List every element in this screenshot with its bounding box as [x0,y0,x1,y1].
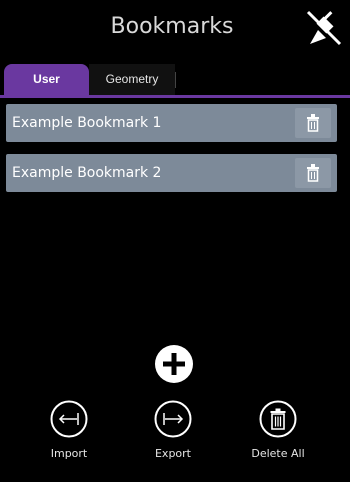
export-button[interactable]: Export [133,400,213,460]
tab-divider [175,72,176,88]
export-label: Export [154,447,191,460]
page-title: Bookmarks [110,14,234,39]
export-icon [154,400,192,438]
bookmark-label: Example Bookmark 1 [12,115,162,131]
unpin-icon [306,10,342,46]
bookmarks-panel: Bookmarks User Geometry Example Bookmark… [0,0,350,482]
tab-geometry[interactable]: Geometry [89,64,175,95]
bookmark-label: Example Bookmark 2 [12,165,162,181]
delete-all-label: Delete All [251,447,305,460]
tab-user[interactable]: User [4,64,89,95]
tab-bar: User Geometry [0,64,350,98]
list-item[interactable]: Example Bookmark 1 [6,104,337,142]
plus-circle-icon [155,345,193,383]
delete-bookmark-button[interactable] [295,108,331,138]
add-bookmark-button[interactable] [154,344,194,384]
import-icon [50,400,88,438]
unpin-button[interactable] [304,8,344,48]
import-label: Import [50,447,88,460]
import-button[interactable]: Import [29,400,109,460]
trash-icon [307,164,319,182]
header: Bookmarks [0,0,350,58]
trash-circle-icon [259,400,297,438]
delete-all-button[interactable]: Delete All [238,400,318,460]
list-item[interactable]: Example Bookmark 2 [6,154,337,192]
delete-bookmark-button[interactable] [295,158,331,188]
tab-underline [0,95,350,98]
trash-icon [307,114,319,132]
